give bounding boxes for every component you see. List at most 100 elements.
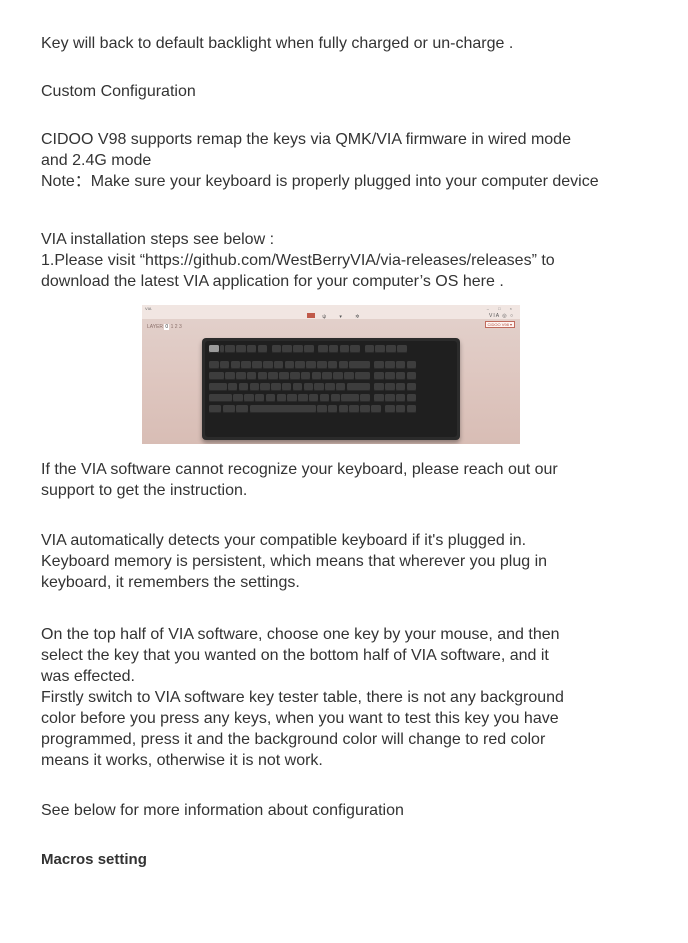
usb-icon: ψ [322, 314, 332, 320]
keycap [282, 345, 293, 353]
keycap [327, 361, 338, 369]
layer-selector: LAYER 0 1 2 3 [147, 324, 182, 330]
paragraph-via-steps-line2: 1.Please visit “https://github.com/WestB… [41, 252, 555, 269]
keycap [371, 405, 381, 413]
keycap [406, 394, 417, 402]
paragraph-detect-line3: keyboard, it remembers the settings. [41, 574, 300, 591]
keycap [222, 405, 235, 413]
layer-0: 0 [164, 324, 170, 330]
keycap [241, 361, 251, 369]
keycap [246, 345, 257, 353]
keycap [385, 394, 395, 402]
keycap [406, 361, 417, 369]
paragraph-usage-line5: color before you press any keys, when yo… [41, 710, 559, 727]
keycap [374, 394, 384, 402]
keycap [344, 372, 354, 380]
paragraph-support-line2: support to get the instruction. [41, 482, 248, 499]
keycap [219, 345, 224, 353]
keycap [271, 383, 281, 391]
keycap [325, 383, 335, 391]
keycap [281, 383, 292, 391]
keycap [374, 383, 384, 391]
keycap [375, 345, 385, 353]
keycap [304, 345, 314, 353]
device-selector: CIDOO V98 ▾ [484, 321, 515, 328]
keycap [227, 383, 238, 391]
keycap [349, 405, 359, 413]
keycap [386, 345, 396, 353]
keycap [350, 345, 361, 353]
keycap [317, 405, 327, 413]
keycap [284, 361, 295, 369]
paragraph-detect-line1: VIA automatically detects your compatibl… [41, 532, 527, 549]
keycap [287, 394, 297, 402]
keycap [374, 372, 384, 380]
keycap [271, 345, 282, 353]
keycap [236, 405, 249, 413]
keycap [209, 394, 233, 402]
keycap [354, 372, 370, 380]
keycap [395, 394, 406, 402]
layer-1: 1 [170, 324, 174, 330]
keycap [317, 361, 327, 369]
keycap [395, 383, 406, 391]
keycap [249, 405, 316, 413]
keycap [268, 372, 278, 380]
keycap [311, 372, 322, 380]
keycap [406, 372, 417, 380]
github-icon: ○ [509, 313, 514, 319]
keycap [395, 405, 406, 413]
paragraph-usage-line6: programmed, press it and the background … [41, 731, 546, 748]
keycap [314, 383, 324, 391]
keycap [341, 394, 359, 402]
via-brand: VIA ◎ ○ [489, 313, 514, 319]
keycap [406, 383, 417, 391]
keycap [303, 383, 314, 391]
keycap [265, 394, 276, 402]
keycap [300, 372, 311, 380]
keycap [244, 394, 254, 402]
keycap [335, 383, 346, 391]
paragraph-detect-line2: Keyboard memory is persistent, which mea… [41, 553, 548, 570]
keycap [318, 345, 328, 353]
keycap [290, 372, 300, 380]
keycap [209, 372, 224, 380]
paragraph-backlight: Key will back to default backlight when … [41, 35, 514, 52]
paragraph-usage-line1: On the top half of VIA software, choose … [41, 626, 560, 643]
keycap [209, 345, 219, 353]
paragraph-remap-line2: and 2.4G mode [41, 152, 152, 169]
keycap [209, 405, 222, 413]
settings-icon: ✲ [355, 314, 366, 320]
keyboard-icon [307, 313, 315, 318]
keycap [322, 372, 332, 380]
paragraph-usage-line7: means it works, otherwise it is not work… [41, 752, 323, 769]
keycap [279, 372, 289, 380]
keycap [252, 361, 262, 369]
keycap [338, 405, 349, 413]
keycap [233, 394, 243, 402]
keycap [263, 361, 273, 369]
via-app-screenshot: VIA – □ × ψ ▾ ✲ VIA ◎ ○ LAYER 0 1 2 3 CI… [142, 305, 520, 444]
keycap [395, 372, 406, 380]
keycap [330, 394, 341, 402]
keyboard-image [202, 338, 460, 440]
layer-3: 3 [178, 324, 182, 330]
keycap [349, 361, 370, 369]
keycap [249, 383, 260, 391]
keycap [225, 372, 235, 380]
discord-icon: ◎ [502, 313, 508, 319]
layer-2: 2 [174, 324, 178, 330]
keycap [273, 361, 284, 369]
keycap [374, 361, 384, 369]
paragraph-usage-line2: select the key that you wanted on the bo… [41, 647, 549, 664]
paragraph-note: Note：Make sure your keyboard is properly… [41, 173, 599, 190]
keycap [257, 345, 268, 353]
via-nav-bar: ψ ▾ ✲ [307, 313, 365, 320]
keycap [236, 372, 246, 380]
keycap [319, 394, 330, 402]
paragraph-see-below: See below for more information about con… [41, 802, 404, 819]
keycap [230, 361, 241, 369]
keycap [385, 383, 395, 391]
keycap [254, 394, 265, 402]
keycap [276, 394, 287, 402]
